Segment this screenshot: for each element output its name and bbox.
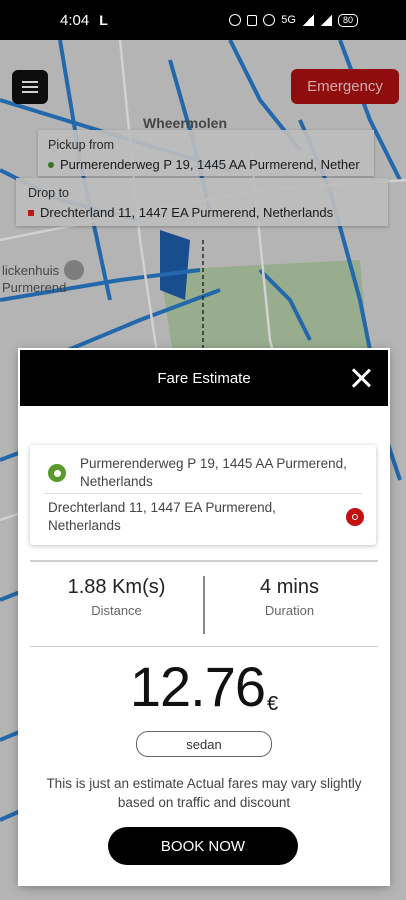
distance-value: 1.88 Km(s) — [67, 576, 166, 598]
divider — [30, 560, 378, 562]
vehicle-type-badge: sedan — [136, 731, 272, 757]
status-bar: 4:04 L 5G 80 — [0, 0, 406, 40]
status-time: 4:04 — [60, 11, 90, 29]
drop-address: Drechterland 11, 1447 EA Purmerend, Neth… — [48, 500, 276, 533]
dialog-title: Fare Estimate — [157, 369, 251, 387]
route-card: Purmerenderweg P 19, 1445 AA Purmerend, … — [30, 445, 376, 545]
fare-amount: 12.76 — [129, 655, 266, 718]
divider — [30, 646, 378, 647]
location-icon — [263, 14, 276, 26]
pickup-pin-icon — [48, 464, 66, 482]
fare-estimate-dialog: Fare Estimate Purmerenderweg P 19, 1445 … — [20, 350, 388, 884]
signal-2-icon — [319, 14, 332, 26]
book-now-button[interactable]: BOOK NOW — [108, 827, 298, 865]
pickup-row: Purmerenderweg P 19, 1445 AA Purmerend, … — [30, 453, 376, 493]
duration-stat: 4 mins Duration — [203, 576, 376, 618]
fare-currency: € — [267, 693, 279, 715]
duration-value: 4 mins — [260, 576, 319, 598]
fare-display: 12.76 € — [20, 654, 388, 719]
alarm-icon — [229, 14, 242, 26]
distance-label: Distance — [91, 603, 142, 618]
distance-stat: 1.88 Km(s) Distance — [30, 576, 203, 618]
divider — [44, 493, 362, 494]
vibrate-icon — [247, 14, 258, 26]
duration-label: Duration — [264, 603, 315, 618]
stats-divider — [203, 576, 205, 634]
estimate-disclaimer: This is just an estimate Actual fares ma… — [46, 776, 362, 810]
drop-row: Drechterland 11, 1447 EA Purmerend, Neth… — [30, 497, 376, 537]
battery-icon: 80 — [337, 13, 358, 27]
drop-pin-icon — [346, 508, 364, 526]
signal-icon — [301, 14, 314, 26]
app-notification-icon: L — [99, 12, 108, 28]
pickup-address: Purmerenderweg P 19, 1445 AA Purmerend, … — [80, 456, 347, 489]
network-type: 5G — [281, 14, 296, 26]
close-icon[interactable] — [350, 367, 372, 389]
dialog-header: Fare Estimate — [20, 350, 388, 406]
